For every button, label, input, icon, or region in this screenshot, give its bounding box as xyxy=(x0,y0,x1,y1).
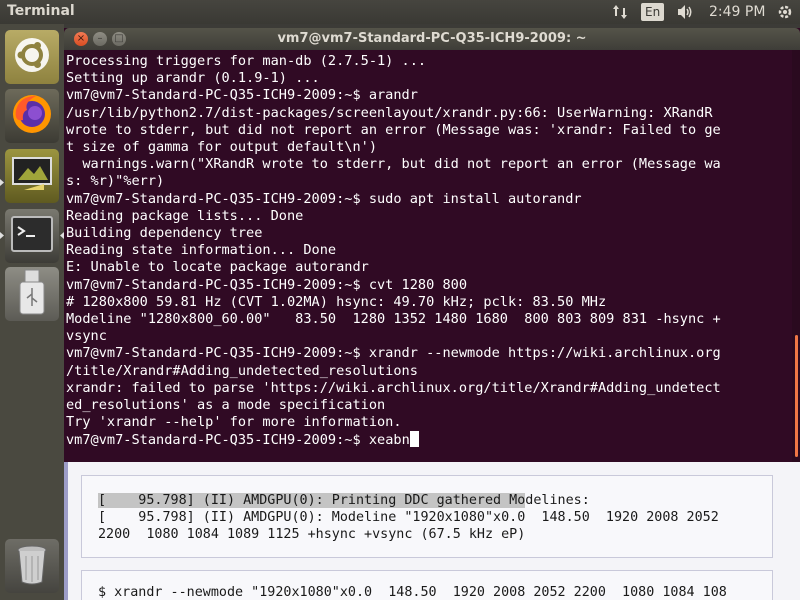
code-text: 2200 1080 1084 1089 1125 +hsync +vsync (… xyxy=(98,527,526,542)
ubuntu-logo-icon xyxy=(12,35,52,79)
trash-icon xyxy=(14,542,50,590)
terminal-line: E: Unable to locate package autorandr xyxy=(66,259,369,276)
terminal-line: vsync xyxy=(66,328,107,345)
terminal-line: vm7@vm7-Standard-PC-Q35-ICH9-2009:~$ xra… xyxy=(66,345,721,362)
terminal-window[interactable]: × – □ vm7@vm7-Standard-PC-Q35-ICH9-2009:… xyxy=(64,28,800,462)
text-cursor xyxy=(409,431,419,448)
launcher-usb-drive-button[interactable] xyxy=(5,267,59,321)
terminal-line: vm7@vm7-Standard-PC-Q35-ICH9-2009:~$ cvt… xyxy=(66,276,468,293)
running-indicator xyxy=(0,232,4,239)
top-panel: Terminal En 2:49 PM xyxy=(0,0,800,24)
terminal-line: /title/Xrandr#Adding_undetected_resoluti… xyxy=(66,362,418,379)
keyboard-layout-indicator[interactable]: En xyxy=(641,3,665,21)
terminal-line: vm7@vm7-Standard-PC-Q35-ICH9-2009:~$ sud… xyxy=(66,190,582,207)
running-indicator xyxy=(0,179,4,186)
launcher-terminal-button[interactable] xyxy=(5,209,59,263)
terminal-line: Modeline "1280x800_60.00" 83.50 1280 135… xyxy=(66,311,721,328)
terminal-icon xyxy=(10,215,54,257)
code-block[interactable]: [ 95.798] (II) AMDGPU(0): Printing DDC g… xyxy=(81,475,773,558)
terminal-line: wrote to stderr, but did not report an e… xyxy=(66,121,721,138)
terminal-line: xrandr: failed to parse 'https://wiki.ar… xyxy=(66,379,721,396)
code-block[interactable]: $ xrandr --newmode "1920x1080"x0.0 148.5… xyxy=(81,570,773,600)
scrollbar[interactable] xyxy=(792,50,800,462)
selected-text[interactable]: [ 95.798] (II) AMDGPU(0): Printing DDC g… xyxy=(98,493,526,508)
terminal-line: Building dependency tree xyxy=(66,225,263,242)
launcher xyxy=(0,24,64,600)
terminal-line: Try 'xrandr --help' for more information… xyxy=(66,414,402,431)
command-line[interactable]: vm7@vm7-Standard-PC-Q35-ICH9-2009:~$ xea… xyxy=(66,431,790,449)
terminal-lines: Processing triggers for man-db (2.7.5-1)… xyxy=(66,53,790,431)
window-title: vm7@vm7-Standard-PC-Q35-ICH9-2009: ~ xyxy=(277,31,587,46)
scrollbar-thumb[interactable] xyxy=(795,335,798,457)
terminal-line: s: %r)"%err) xyxy=(66,173,165,190)
power-gear-icon[interactable] xyxy=(775,0,795,24)
terminal-line: # 1280x800 59.81 Hz (CVT 1.02MA) hsync: … xyxy=(66,293,607,310)
terminal-line: t size of gamma for output default\n') xyxy=(66,139,377,156)
window-titlebar[interactable]: × – □ vm7@vm7-Standard-PC-Q35-ICH9-2009:… xyxy=(64,28,800,50)
code-text: delines: xyxy=(525,493,590,508)
active-app-name: Terminal xyxy=(7,3,75,19)
command-input[interactable]: xeabn xyxy=(369,432,410,448)
browser-border xyxy=(64,450,68,600)
code-text: $ xrandr --newmode "1920x1080"x0.0 148.5… xyxy=(98,585,727,600)
firefox-icon xyxy=(10,92,54,140)
code-text: [ 95.798] (II) AMDGPU(0): Modeline "1920… xyxy=(98,510,719,525)
clock[interactable]: 2:49 PM xyxy=(709,0,765,24)
terminal-output[interactable]: Processing triggers for man-db (2.7.5-1)… xyxy=(66,53,790,458)
launcher-display-settings-button[interactable] xyxy=(5,149,59,203)
usb-drive-icon xyxy=(17,268,47,320)
terminal-line: Reading package lists... Done xyxy=(66,207,304,224)
network-icon[interactable] xyxy=(610,0,630,24)
volume-icon[interactable] xyxy=(676,0,696,24)
terminal-line: /usr/lib/python2.7/dist-packages/screenl… xyxy=(66,104,713,121)
terminal-line: Reading state information... Done xyxy=(66,242,337,259)
terminal-line: ed_resolutions' as a mode specification xyxy=(66,397,386,414)
terminal-line: Setting up arandr (0.1.9-1) ... xyxy=(66,70,320,87)
shell-prompt: vm7@vm7-Standard-PC-Q35-ICH9-2009:~$ xyxy=(66,432,369,449)
terminal-line: Processing triggers for man-db (2.7.5-1)… xyxy=(66,53,427,69)
launcher-trash-button[interactable] xyxy=(5,539,59,593)
launcher-dash-button[interactable] xyxy=(5,30,59,84)
terminal-line: warnings.warn("XRandR wrote to stderr, b… xyxy=(66,156,721,173)
display-settings-icon xyxy=(10,154,54,198)
launcher-firefox-button[interactable] xyxy=(5,89,59,143)
terminal-line: vm7@vm7-Standard-PC-Q35-ICH9-2009:~$ ara… xyxy=(66,87,418,104)
